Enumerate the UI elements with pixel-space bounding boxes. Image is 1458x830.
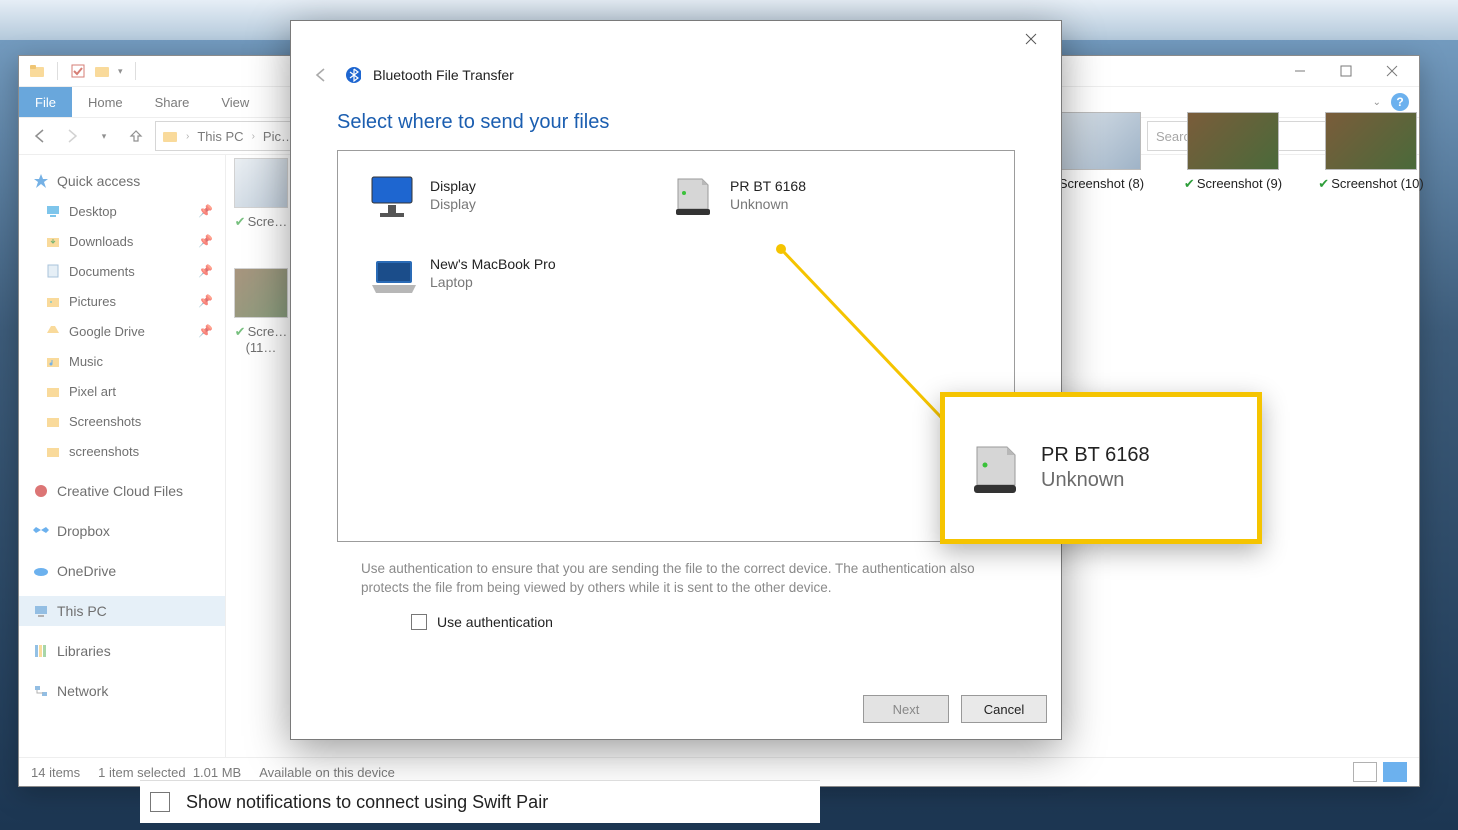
- device-display[interactable]: Display Display: [368, 171, 628, 219]
- auth-note: Use authentication to ensure that you ar…: [291, 542, 1061, 604]
- device-name: Display: [430, 178, 476, 194]
- device-type: Unknown: [730, 196, 806, 212]
- callout-name: PR BT 6168: [1041, 444, 1150, 467]
- dialog-header: Bluetooth File Transfer: [291, 57, 1061, 111]
- swift-pair-label: Show notifications to connect using Swif…: [186, 792, 548, 813]
- thumb-row-right: ✔Screenshot (8) ✔Screenshot (9) ✔Screens…: [1040, 112, 1426, 192]
- cancel-button[interactable]: Cancel: [961, 695, 1047, 723]
- device-type: Laptop: [430, 274, 556, 290]
- bluetooth-transfer-dialog: Bluetooth File Transfer Select where to …: [290, 20, 1062, 740]
- back-button[interactable]: [309, 63, 333, 87]
- swift-pair-row[interactable]: Show notifications to connect using Swif…: [140, 780, 820, 823]
- file-thumb[interactable]: ✔Screenshot (10): [1316, 112, 1426, 192]
- file-label: Screenshot (10): [1331, 176, 1424, 191]
- monitor-icon: [368, 171, 416, 219]
- device-name: PR BT 6168: [730, 178, 806, 194]
- swift-pair-checkbox[interactable]: [150, 792, 170, 812]
- callout-type: Unknown: [1041, 469, 1150, 492]
- sync-icon: ✔: [1318, 176, 1329, 191]
- file-thumb[interactable]: ✔Screenshot (9): [1178, 112, 1288, 192]
- device-macbook[interactable]: New's MacBook Pro Laptop: [368, 249, 628, 297]
- file-label: Screenshot (9): [1197, 176, 1282, 191]
- dialog-foot: Next Cancel: [863, 695, 1047, 723]
- auth-checkbox[interactable]: [411, 614, 427, 630]
- dialog-heading: Select where to send your files: [291, 111, 1061, 150]
- unknown-device-icon: [668, 171, 716, 219]
- bluetooth-icon: [345, 67, 361, 83]
- device-name: New's MacBook Pro: [430, 256, 556, 272]
- device-type: Display: [430, 196, 476, 212]
- close-button[interactable]: [1011, 25, 1051, 53]
- next-button[interactable]: Next: [863, 695, 949, 723]
- file-label: Screenshot (8): [1059, 176, 1144, 191]
- sync-icon: ✔: [1184, 176, 1195, 191]
- auth-label: Use authentication: [437, 614, 553, 630]
- unknown-device-icon: [965, 439, 1023, 497]
- device-list: Display Display PR BT 6168 Unknown New's M…: [337, 150, 1015, 542]
- device-pr-bt-6168[interactable]: PR BT 6168 Unknown: [668, 171, 928, 219]
- auth-row[interactable]: Use authentication: [291, 604, 1061, 640]
- dialog-titlebar[interactable]: [291, 21, 1061, 57]
- annotation-callout: PR BT 6168 Unknown: [940, 392, 1262, 544]
- laptop-icon: [368, 249, 416, 297]
- dialog-title: Bluetooth File Transfer: [373, 67, 514, 83]
